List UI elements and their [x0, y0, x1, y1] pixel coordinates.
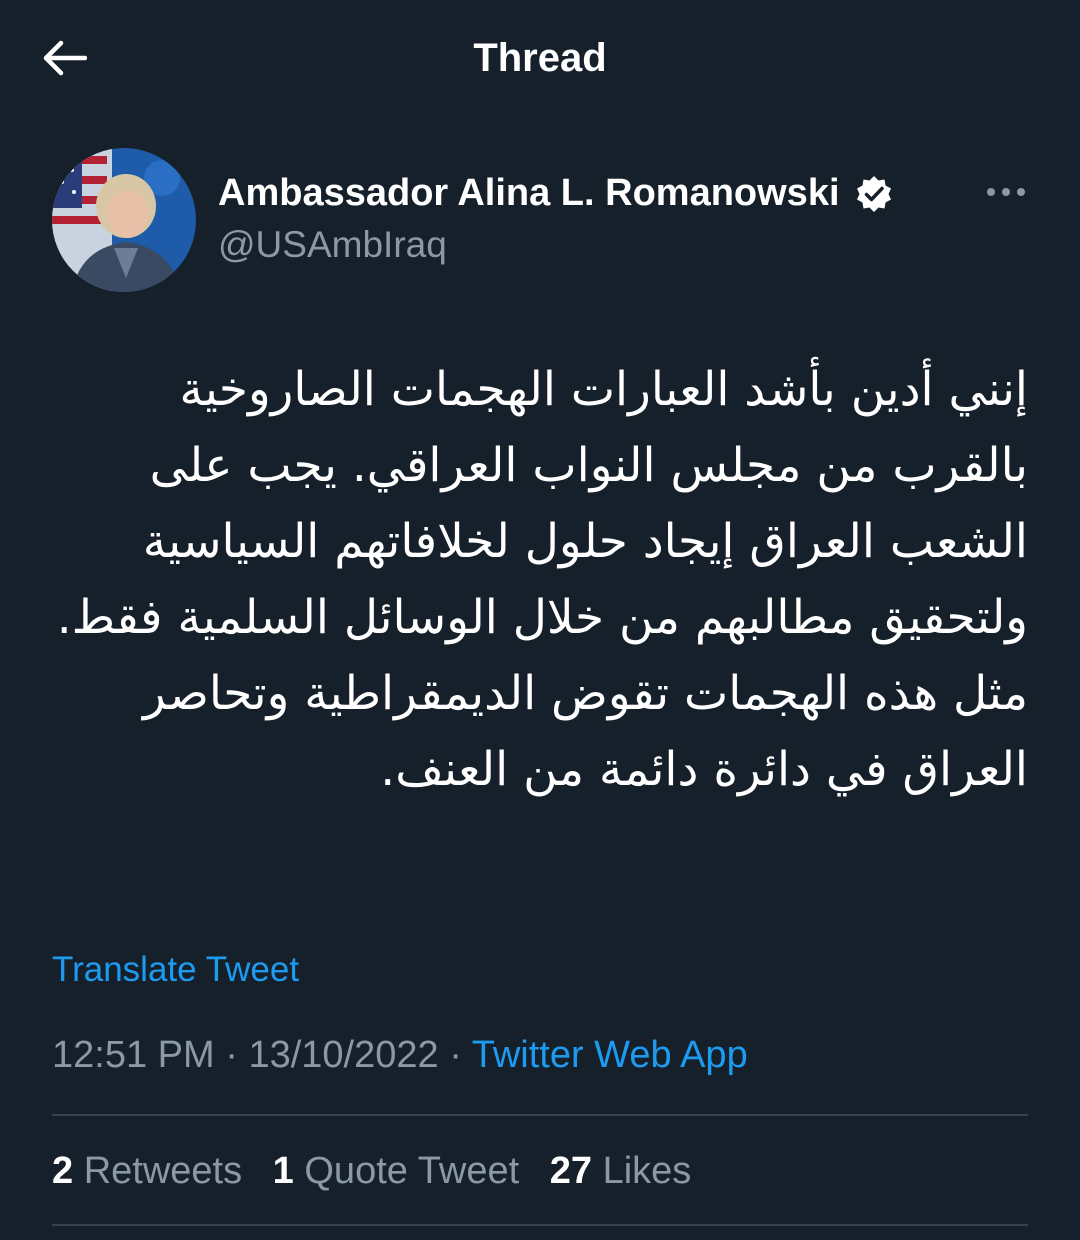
- more-options-button[interactable]: [982, 178, 1030, 206]
- tweet-stats: 2 Retweets 1 Quote Tweet 27 Likes: [52, 1150, 711, 1193]
- avatar-image: [52, 148, 196, 292]
- header-bar: Thread: [0, 0, 1080, 118]
- more-options-icon: [987, 188, 1025, 196]
- translate-tweet-link[interactable]: Translate Tweet: [52, 950, 299, 990]
- likes-label: Likes: [602, 1150, 692, 1192]
- author-handle[interactable]: @USAmbIraq: [218, 224, 447, 266]
- meta-separator: ·: [225, 1034, 238, 1076]
- tweet-source-link[interactable]: Twitter Web App: [472, 1034, 748, 1076]
- likes-stat[interactable]: 27 Likes: [550, 1150, 692, 1193]
- meta-separator: ·: [449, 1034, 462, 1076]
- tweet-date[interactable]: 13/10/2022: [248, 1034, 438, 1076]
- retweets-label: Retweets: [83, 1150, 243, 1192]
- avatar[interactable]: [52, 148, 196, 292]
- tweet-meta: 12:51 PM · 13/10/2022 · Twitter Web App: [52, 1034, 748, 1077]
- tweet-text: إنني أدين بأشد العبارات الهجمات الصاروخي…: [56, 362, 1028, 797]
- divider: [52, 1114, 1028, 1116]
- retweets-stat[interactable]: 2 Retweets: [52, 1150, 242, 1193]
- author-name-row[interactable]: Ambassador Alina L. Romanowski: [218, 172, 894, 215]
- author-name: Ambassador Alina L. Romanowski: [218, 172, 840, 214]
- quote-tweets-count: 1: [272, 1150, 294, 1192]
- tweet-time[interactable]: 12:51 PM: [52, 1034, 215, 1076]
- verified-badge-icon: [854, 174, 894, 214]
- likes-count: 27: [549, 1150, 592, 1192]
- quote-tweets-stat[interactable]: 1 Quote Tweet: [273, 1150, 519, 1193]
- quote-tweets-label: Quote Tweet: [304, 1150, 520, 1192]
- divider: [52, 1224, 1028, 1226]
- retweets-count: 2: [52, 1150, 74, 1192]
- page-title: Thread: [473, 36, 607, 80]
